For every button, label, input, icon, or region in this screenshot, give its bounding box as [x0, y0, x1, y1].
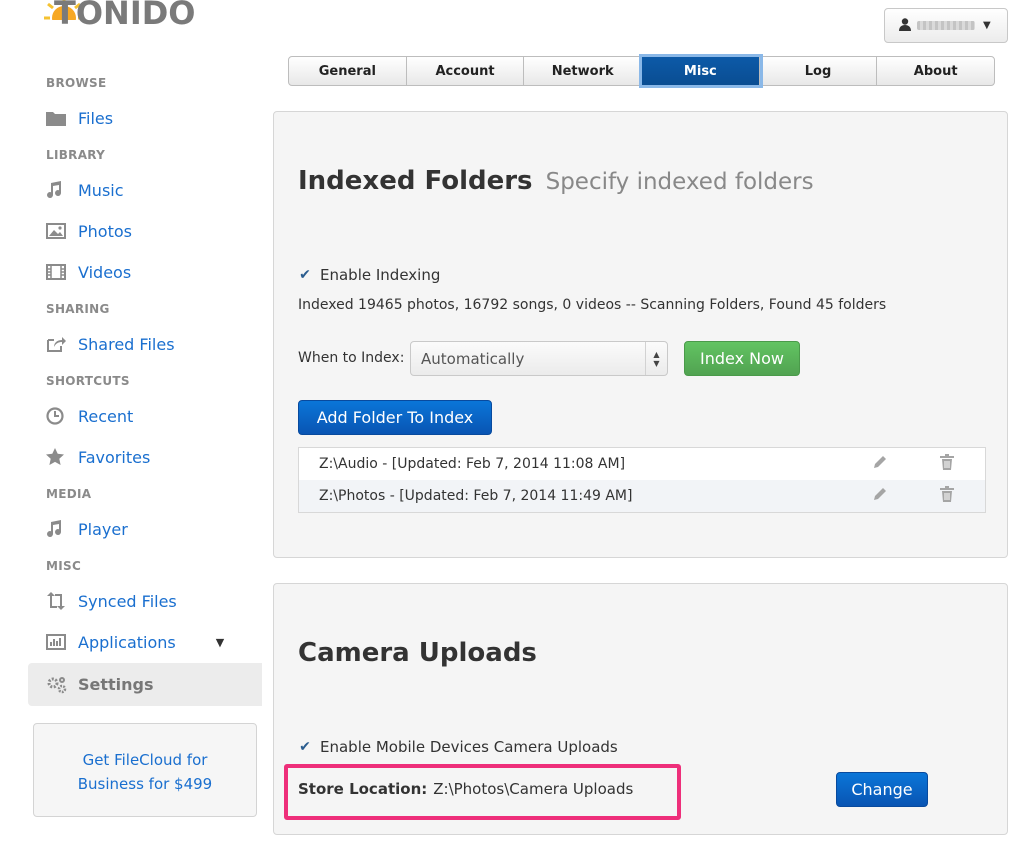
tab-general[interactable]: General — [289, 57, 407, 85]
when-to-index-label: When to Index: — [298, 350, 405, 366]
picture-icon — [46, 222, 68, 240]
sidebar-item-photos[interactable]: Photos — [46, 216, 132, 246]
enable-camera-uploads-label: Enable Mobile Devices Camera Uploads — [320, 738, 618, 756]
section-sharing-label: SHARING — [46, 302, 110, 316]
list-item: Z:\Photos - [Updated: Feb 7, 2014 11:49 … — [299, 480, 985, 512]
gears-icon — [46, 676, 68, 694]
trash-icon[interactable] — [940, 486, 954, 506]
indexed-folders-subtitle: Specify indexed folders — [545, 169, 814, 195]
tab-misc[interactable]: Misc — [642, 57, 760, 85]
sidebar-item-label: Synced Files — [78, 591, 177, 611]
settings-tabs: General Account Network Misc Log About — [288, 56, 995, 86]
store-location: Store Location: Z:\Photos\Camera Uploads — [298, 780, 633, 798]
change-location-button[interactable]: Change — [836, 772, 928, 807]
folder-path: Z:\Audio - [Updated: Feb 7, 2014 11:08 A… — [319, 456, 626, 472]
indexed-folder-list: Z:\Audio - [Updated: Feb 7, 2014 11:08 A… — [298, 447, 986, 513]
share-icon — [46, 335, 68, 353]
clock-icon — [46, 407, 68, 425]
filecloud-promo[interactable]: Get FileCloud for Business for $499 — [33, 723, 257, 817]
sidebar-item-files[interactable]: Files — [46, 103, 113, 133]
username-redacted — [917, 21, 975, 30]
pencil-icon[interactable] — [872, 486, 888, 506]
sidebar-item-recent[interactable]: Recent — [46, 401, 133, 431]
tab-about[interactable]: About — [877, 57, 994, 85]
sidebar-item-label: Files — [78, 108, 114, 128]
sidebar-item-label: Music — [78, 180, 124, 200]
select-arrows-icon: ▲ ▼ — [645, 342, 667, 375]
bar-chart-icon — [46, 633, 68, 651]
section-browse-label: BROWSE — [46, 76, 107, 90]
sidebar-item-label: Videos — [78, 262, 132, 282]
indexed-folders-title: Indexed Folders — [298, 166, 533, 196]
film-icon — [46, 263, 68, 281]
sidebar-item-label: Player — [78, 519, 128, 539]
tab-log[interactable]: Log — [760, 57, 878, 85]
when-to-index-select[interactable]: Automatically ▲ ▼ — [410, 341, 668, 376]
index-now-button[interactable]: Index Now — [684, 341, 800, 376]
indexing-status-text: Indexed 19465 photos, 16792 songs, 0 vid… — [298, 297, 887, 313]
section-media-label: MEDIA — [46, 487, 92, 501]
camera-uploads-panel: Camera Uploads ✔ Enable Mobile Devices C… — [273, 583, 1008, 835]
sidebar-item-applications[interactable]: Applications ▼ — [46, 627, 224, 657]
promo-line-1[interactable]: Get FileCloud for — [34, 748, 256, 772]
section-library-label: LIBRARY — [46, 148, 106, 162]
sidebar-item-label: Applications — [78, 632, 176, 652]
sidebar-item-videos[interactable]: Videos — [46, 257, 131, 287]
chevron-down-icon: ▼ — [983, 20, 991, 31]
sidebar-item-favorites[interactable]: Favorites — [46, 442, 150, 472]
trash-icon[interactable] — [940, 454, 954, 474]
pencil-icon[interactable] — [872, 454, 888, 474]
enable-camera-uploads-checkbox[interactable]: ✔ — [298, 739, 312, 755]
tab-network[interactable]: Network — [524, 57, 643, 85]
chevron-down-icon[interactable]: ▼ — [216, 636, 224, 649]
section-shortcuts-label: SHORTCUTS — [46, 374, 130, 388]
enable-indexing-row[interactable]: ✔ Enable Indexing — [298, 266, 440, 284]
sync-icon — [46, 592, 68, 610]
sidebar-item-label: Shared Files — [78, 334, 175, 354]
indexed-folders-panel: Indexed Folders Specify indexed folders … — [273, 111, 1008, 558]
store-location-value: Z:\Photos\Camera Uploads — [433, 780, 634, 798]
sidebar-item-synced-files[interactable]: Synced Files — [46, 586, 177, 616]
sidebar-item-label: Recent — [78, 406, 134, 426]
sidebar-item-player[interactable]: Player — [46, 514, 128, 544]
folder-path: Z:\Photos - [Updated: Feb 7, 2014 11:49 … — [319, 488, 633, 504]
add-folder-button[interactable]: Add Folder To Index — [298, 400, 492, 435]
folder-icon — [46, 109, 68, 127]
music-note-icon — [46, 520, 68, 538]
sidebar-item-music[interactable]: Music — [46, 175, 124, 205]
sidebar-item-settings[interactable]: Settings — [28, 663, 262, 706]
store-location-label: Store Location: — [298, 780, 428, 798]
tab-account[interactable]: Account — [407, 57, 525, 85]
sidebar-item-shared-files[interactable]: Shared Files — [46, 329, 175, 359]
user-menu-button[interactable]: ▼ — [884, 8, 1008, 43]
sidebar-item-label: Settings — [78, 675, 154, 694]
when-to-index-value: Automatically — [421, 349, 525, 368]
sidebar-item-label: Photos — [78, 221, 132, 241]
camera-uploads-title: Camera Uploads — [298, 638, 537, 668]
indexed-folders-heading: Indexed Folders Specify indexed folders — [298, 166, 814, 196]
music-note-icon — [46, 181, 68, 199]
sidebar-item-label: Favorites — [78, 447, 151, 467]
section-misc-label: MISC — [46, 559, 82, 573]
sidebar: BROWSE Files LIBRARY Music Photos Videos… — [0, 0, 265, 849]
enable-indexing-checkbox[interactable]: ✔ — [298, 267, 312, 283]
star-icon — [46, 448, 68, 466]
enable-camera-uploads-row[interactable]: ✔ Enable Mobile Devices Camera Uploads — [298, 738, 618, 756]
promo-line-2[interactable]: Business for $499 — [34, 772, 256, 796]
list-item: Z:\Audio - [Updated: Feb 7, 2014 11:08 A… — [299, 448, 985, 480]
enable-indexing-label: Enable Indexing — [320, 266, 441, 284]
user-icon — [899, 16, 911, 35]
